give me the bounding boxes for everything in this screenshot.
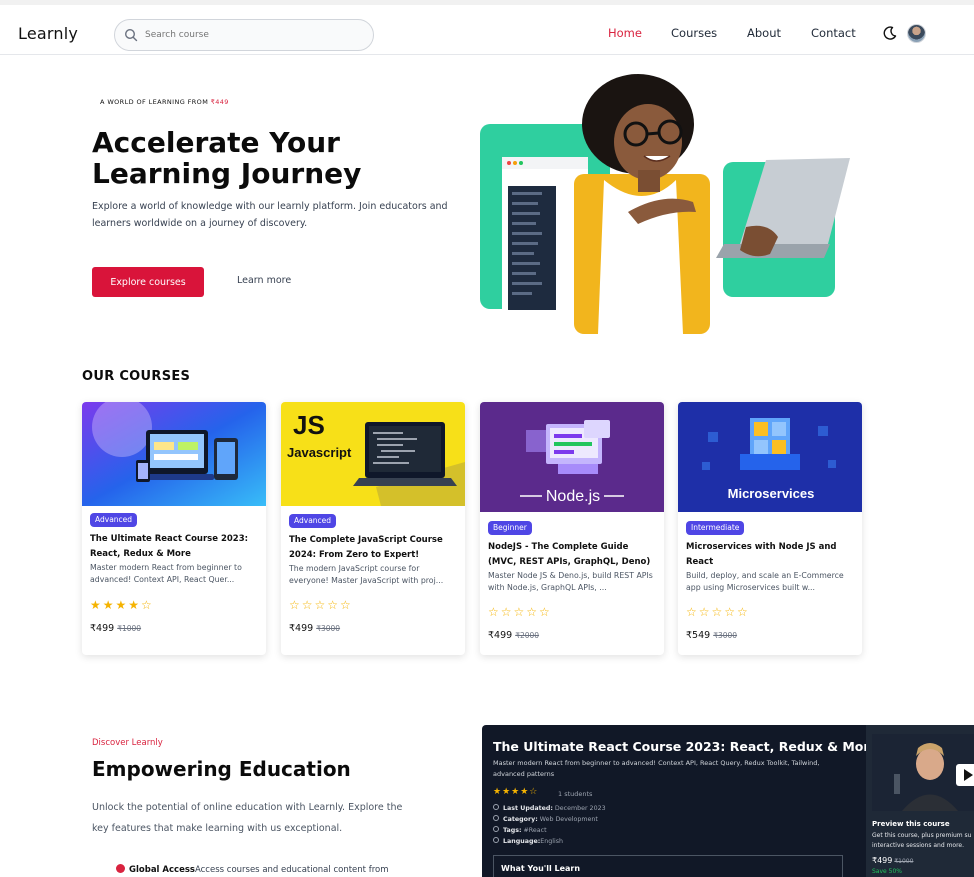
explore-courses-button[interactable]: Explore courses bbox=[92, 267, 204, 297]
preview-rating-stars: ★★★★☆ bbox=[493, 787, 539, 797]
course-thumbnail: Microservices bbox=[678, 402, 862, 512]
preview-price: ₹499 ₹1000 bbox=[872, 856, 914, 865]
course-card[interactable]: JS Javascript Advanced The Complete Java… bbox=[281, 402, 465, 655]
discover-title: Empowering Education bbox=[92, 757, 351, 781]
course-old-price: ₹3000 bbox=[713, 631, 738, 640]
clock-icon bbox=[493, 804, 499, 810]
feature-global-access: Global AccessAccess courses and educatio… bbox=[116, 864, 388, 875]
thumb-javascript-text: Javascript bbox=[287, 445, 352, 460]
nav-about[interactable]: About bbox=[747, 26, 781, 40]
thumb-microservices-text: Microservices bbox=[728, 486, 815, 501]
preview-card-title: Preview this course bbox=[872, 820, 950, 828]
learn-heading: What You'll Learn bbox=[501, 864, 581, 873]
preview-card: Preview this course Get this course, plu… bbox=[866, 725, 974, 877]
rating-stars: ☆☆☆☆☆ bbox=[488, 605, 552, 619]
course-title[interactable]: The Complete JavaScript Course 2024: Fro… bbox=[289, 533, 457, 563]
course-card[interactable]: Node.js Beginner NodeJS - The Complete G… bbox=[480, 402, 664, 655]
level-badge: Intermediate bbox=[686, 521, 745, 535]
course-thumbnail: Node.js bbox=[480, 402, 664, 512]
what-youll-learn-box: What You'll Learn bbox=[493, 855, 843, 877]
course-title[interactable]: Microservices with Node JS and React bbox=[686, 540, 854, 570]
preview-card-description: Get this course, plus premium su interact… bbox=[872, 832, 972, 849]
preview-subtitle: Master modern React from beginner to adv… bbox=[493, 759, 820, 778]
globe-icon bbox=[493, 837, 499, 843]
logo[interactable]: Learnly bbox=[18, 24, 78, 43]
course-preview-panel: The Ultimate React Course 2023: React, R… bbox=[482, 725, 974, 877]
level-badge: Advanced bbox=[289, 514, 337, 528]
learn-more-button[interactable]: Learn more bbox=[237, 275, 291, 286]
meta-last-updated: Last Updated: December 2023 bbox=[493, 804, 606, 812]
thumb-node-text: Node.js bbox=[546, 488, 600, 505]
course-description: Build, deploy, and scale an E-Commerce a… bbox=[686, 571, 844, 592]
thumb-js-text: JS bbox=[293, 410, 325, 440]
hero-title: Accelerate Your Learning Journey bbox=[92, 126, 362, 190]
meta-tags: Tags: #React bbox=[493, 826, 547, 834]
nav-home[interactable]: Home bbox=[608, 26, 642, 40]
preview-old-price: ₹1000 bbox=[894, 858, 914, 865]
hero-kicker: A WORLD OF LEARNING FROM ₹449 bbox=[100, 98, 229, 106]
course-title[interactable]: The Ultimate React Course 2023: React, R… bbox=[90, 532, 258, 562]
preview-video[interactable] bbox=[872, 734, 974, 811]
category-icon bbox=[493, 815, 499, 821]
nav-courses[interactable]: Courses bbox=[671, 26, 717, 40]
course-price: ₹549 ₹3000 bbox=[686, 630, 738, 641]
course-description: Master Node JS & Deno.js, build REST API… bbox=[488, 571, 653, 592]
course-description: Master modern React from beginner to adv… bbox=[90, 563, 242, 584]
course-old-price: ₹3000 bbox=[316, 624, 341, 633]
course-old-price: ₹1000 bbox=[117, 624, 142, 633]
tag-icon bbox=[493, 826, 499, 832]
hero-kicker-price: ₹449 bbox=[210, 98, 229, 106]
meta-category: Category: Web Development bbox=[493, 815, 598, 823]
course-card[interactable]: Advanced The Ultimate React Course 2023:… bbox=[82, 402, 266, 655]
course-thumbnail bbox=[82, 402, 266, 506]
course-thumbnail: JS Javascript bbox=[281, 402, 465, 506]
course-card[interactable]: Microservices Intermediate Microservices… bbox=[678, 402, 862, 655]
search-input[interactable] bbox=[145, 26, 365, 44]
nav-contact[interactable]: Contact bbox=[811, 26, 856, 40]
discover-kicker: Discover Learnly bbox=[92, 738, 163, 748]
course-description: The modern JavaScript course for everyon… bbox=[289, 564, 444, 585]
hero-illustration bbox=[480, 74, 850, 334]
section-title-courses: OUR COURSES bbox=[82, 369, 191, 384]
rating-stars: ★★★★☆ bbox=[90, 598, 154, 612]
hero-description: Explore a world of knowledge with our le… bbox=[92, 201, 448, 229]
navbar: Learnly Home Courses About Contact bbox=[0, 5, 974, 55]
level-badge: Beginner bbox=[488, 521, 532, 535]
level-badge: Advanced bbox=[90, 513, 138, 527]
course-price: ₹499 ₹3000 bbox=[289, 623, 341, 634]
course-old-price: ₹2000 bbox=[515, 631, 540, 640]
search-icon bbox=[124, 28, 138, 42]
course-price: ₹499 ₹2000 bbox=[488, 630, 540, 641]
search-bar[interactable] bbox=[114, 19, 374, 51]
rating-stars: ☆☆☆☆☆ bbox=[686, 605, 750, 619]
globe-icon bbox=[116, 864, 125, 873]
meta-language: Language:English bbox=[493, 837, 563, 845]
course-title[interactable]: NodeJS - The Complete Guide (MVC, REST A… bbox=[488, 540, 656, 570]
rating-stars: ☆☆☆☆☆ bbox=[289, 598, 353, 612]
course-price: ₹499 ₹1000 bbox=[90, 623, 142, 634]
moon-icon[interactable] bbox=[882, 25, 898, 41]
discover-description: Unlock the potential of online education… bbox=[92, 802, 403, 834]
preview-students: 1 students bbox=[558, 790, 593, 798]
play-icon[interactable] bbox=[956, 764, 974, 786]
preview-save: Save 50% bbox=[872, 868, 902, 875]
avatar[interactable] bbox=[907, 24, 926, 43]
preview-title: The Ultimate React Course 2023: React, R… bbox=[493, 739, 879, 754]
